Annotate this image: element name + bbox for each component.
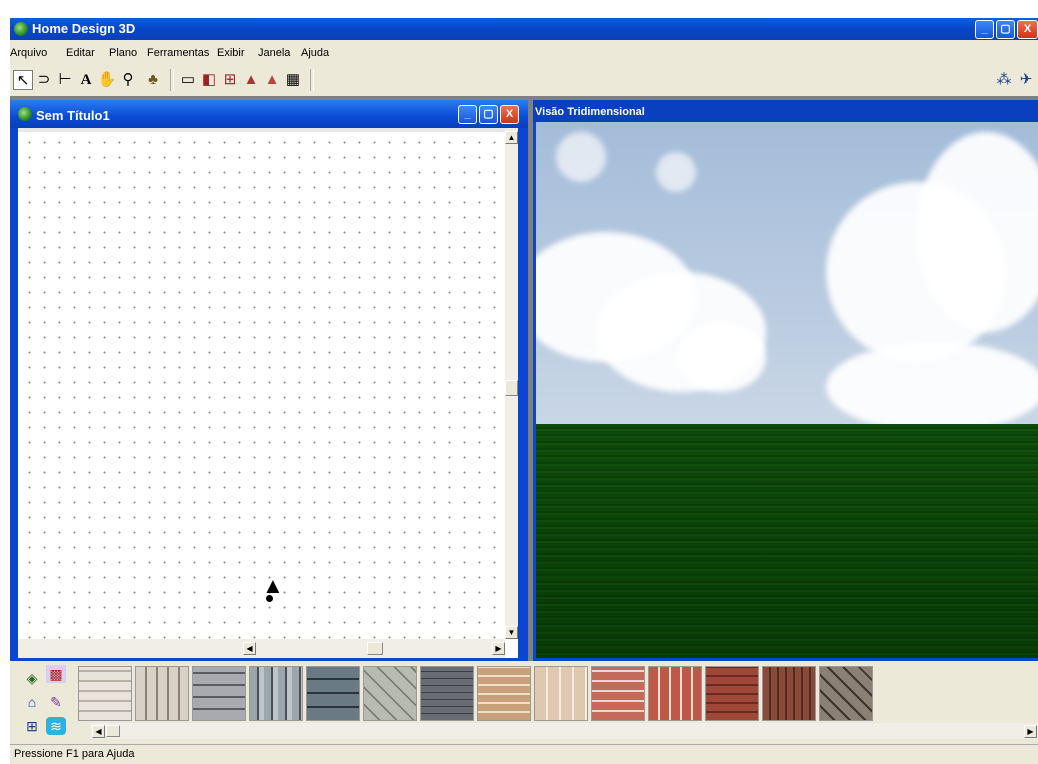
water-icon[interactable]: ≋ — [46, 717, 66, 735]
material-palette: ◈ ▩ ⌂ ✎ ⊞ ≋ ◀ ▶ — [10, 661, 1038, 744]
vertical-scrollbar[interactable]: ▲ ▼ — [505, 128, 518, 639]
paint-icon[interactable]: ♣ — [143, 70, 163, 90]
window-logo-icon — [18, 107, 32, 121]
plan-area: ▲ ▲ ▼ ◀ ▶ — [18, 128, 518, 658]
menu-ajuda[interactable]: Ajuda — [301, 47, 329, 59]
app-maximize-button[interactable]: ▢ — [996, 20, 1015, 39]
palette-scroll-thumb[interactable] — [106, 725, 120, 737]
menu-ferramentas[interactable]: Ferramentas — [147, 47, 209, 59]
app-minimize-button[interactable]: _ — [975, 20, 994, 39]
texture-stone-grey[interactable] — [192, 666, 246, 721]
menu-janela[interactable]: Janela — [258, 47, 290, 59]
view-3d-window: Visão Tridimensional — [533, 100, 1038, 661]
grass-render[interactable] — [536, 424, 1038, 658]
window-icon[interactable]: ⊞ — [220, 70, 240, 90]
cloud — [826, 342, 1038, 424]
palette-scrollbar[interactable]: ◀ ▶ — [90, 723, 1038, 739]
cloud — [676, 322, 766, 392]
door-icon[interactable]: ◧ — [199, 70, 219, 90]
camera-marker-icon[interactable]: ▲ — [262, 575, 284, 602]
status-bar: Pressione F1 para Ajuda — [10, 744, 1038, 764]
horizontal-scroll-thumb[interactable] — [367, 642, 383, 655]
scroll-left-button[interactable]: ◀ — [243, 642, 256, 655]
marker-arrow: ▲ — [262, 573, 284, 598]
hand-pan-icon[interactable]: ✋ — [97, 70, 117, 90]
select-arrow-icon[interactable]: ↖ — [13, 70, 33, 90]
toolbar-separator — [170, 69, 174, 91]
view-3d-title: Visão Tridimensional — [535, 106, 645, 118]
scroll-up-button[interactable]: ▲ — [505, 131, 518, 144]
plan-minimize-button[interactable]: _ — [458, 105, 477, 124]
menu-exibir[interactable]: Exibir — [217, 47, 245, 59]
helicopter-icon[interactable]: ✈ — [1016, 70, 1036, 90]
plan-window: Sem Título1 _ ▢ X ▲ ▲ ▼ ◀ ▶ — [10, 100, 528, 661]
app-close-button[interactable]: X — [1017, 20, 1038, 39]
menu-editar[interactable]: Editar — [66, 47, 95, 59]
roof-icon[interactable]: ▲ — [241, 70, 261, 90]
texture-brick-grey[interactable] — [420, 666, 474, 721]
paint-brush-icon[interactable]: ✎ — [46, 693, 66, 711]
menu-arquivo[interactable]: Arquivo — [10, 47, 47, 59]
house-icon[interactable]: ⌂ — [22, 693, 42, 711]
texture-brick-red[interactable] — [591, 666, 645, 721]
floor-grid-icon[interactable]: ▦ — [283, 70, 303, 90]
app-title: Home Design 3D — [32, 21, 136, 36]
texture-stone-white[interactable] — [78, 666, 132, 721]
plan-window-title-bar[interactable]: Sem Título1 _ ▢ X — [10, 100, 528, 128]
cloud — [656, 152, 696, 192]
lasso-icon[interactable]: ⊃ — [34, 70, 54, 90]
app-title-bar[interactable]: Home Design 3D _ ▢ X — [10, 18, 1038, 40]
texture-brick-tan[interactable] — [477, 666, 531, 721]
texture-brick-dark[interactable] — [705, 666, 759, 721]
view-3d-title-bar[interactable]: Visão Tridimensional — [533, 100, 1038, 122]
texture-brick-pale[interactable] — [534, 666, 588, 721]
scroll-down-button[interactable]: ▼ — [505, 626, 518, 639]
toolbar: ↖ ⊃ ⊢ A ✋ ⚲ ♣ ▭ ◧ ⊞ ▲ ▲ ▦ ⁂ ✈ — [10, 64, 1038, 97]
vertical-scroll-thumb[interactable] — [505, 380, 518, 396]
texture-stone-tiles[interactable] — [363, 666, 417, 721]
texture-stone-blocks[interactable] — [306, 666, 360, 721]
status-text: Pressione F1 para Ajuda — [14, 748, 135, 760]
sky-render[interactable] — [536, 122, 1038, 424]
texture-icon[interactable]: ▩ — [46, 665, 66, 683]
plan-grid-canvas[interactable]: ▲ — [18, 132, 505, 639]
zoom-icon[interactable]: ⚲ — [118, 70, 138, 90]
texture-brick-brown[interactable] — [762, 666, 816, 721]
plan-maximize-button[interactable]: ▢ — [479, 105, 498, 124]
plan-close-button[interactable]: X — [500, 105, 519, 124]
texture-stone-rough[interactable] — [135, 666, 189, 721]
object-icon[interactable]: ◈ — [22, 669, 42, 687]
cloud — [556, 132, 606, 182]
horizontal-scrollbar[interactable]: ◀ ▶ — [18, 639, 505, 658]
text-icon[interactable]: A — [76, 70, 96, 90]
palette-scroll-left-button[interactable]: ◀ — [92, 725, 105, 738]
wall-icon[interactable]: ▭ — [178, 70, 198, 90]
walk-icon[interactable]: ⁂ — [994, 70, 1014, 90]
menu-plano[interactable]: Plano — [109, 47, 137, 59]
toolbar-separator — [310, 69, 314, 91]
plan-window-title: Sem Título1 — [36, 108, 110, 123]
floorplan-icon[interactable]: ⊞ — [22, 717, 42, 735]
dimension-icon[interactable]: ⊢ — [55, 70, 75, 90]
texture-brick-vertical[interactable] — [648, 666, 702, 721]
texture-brick-herringbone[interactable] — [819, 666, 873, 721]
roof-red-icon[interactable]: ▲ — [262, 70, 282, 90]
menu-bar: Arquivo Editar Plano Ferramentas Exibir … — [10, 40, 1038, 64]
palette-scroll-right-button[interactable]: ▶ — [1024, 725, 1037, 738]
texture-stone-slate[interactable] — [249, 666, 303, 721]
scroll-right-button[interactable]: ▶ — [492, 642, 505, 655]
app-logo-icon — [14, 22, 28, 36]
